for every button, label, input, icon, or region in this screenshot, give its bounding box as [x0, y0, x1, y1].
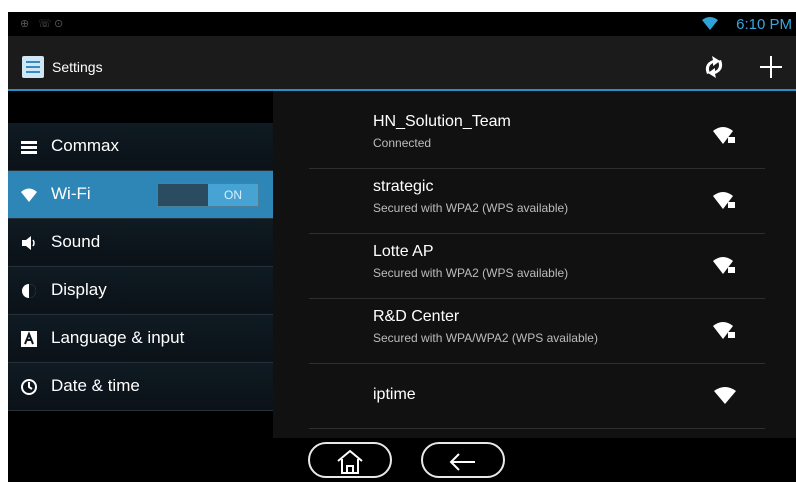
- sidebar-item-label: Date & time: [51, 376, 140, 395]
- sidebar-item-label: Language & input: [51, 328, 185, 347]
- clock-icon: [21, 379, 37, 395]
- wifi-status-icon: [702, 17, 718, 30]
- network-status: Secured with WPA2 (WPS available): [373, 201, 569, 215]
- sidebar-item-label: Commax: [51, 136, 120, 155]
- notification-icon: ⊕: [20, 18, 30, 30]
- network-item[interactable]: strategic Secured with WPA2 (WPS availab…: [309, 169, 765, 234]
- sidebar-item-label: Display: [51, 280, 107, 299]
- sync-icon: ⊙: [54, 18, 64, 30]
- secured-wifi-signal-icon: [713, 322, 735, 339]
- secured-wifi-signal-icon: [713, 257, 735, 274]
- sidebar-item-label: Sound: [51, 232, 101, 251]
- secured-wifi-signal-icon: [713, 192, 735, 209]
- sidebar-item-label: Wi-Fi: [51, 184, 91, 203]
- sidebar-item-wifi[interactable]: Wi-Fi ON: [8, 171, 273, 219]
- sidebar-item-date-time[interactable]: Date & time: [8, 363, 273, 411]
- settings-sidebar: Commax Wi-Fi ON Sound Display Language &…: [8, 91, 273, 438]
- wifi-toggle-state: ON: [208, 184, 258, 206]
- network-name: Lotte AP: [373, 243, 434, 260]
- sidebar-item-language[interactable]: Language & input: [8, 315, 273, 363]
- network-name: strategic: [373, 178, 434, 195]
- home-icon: [337, 449, 363, 474]
- network-item[interactable]: Lotte AP Secured with WPA2 (WPS availabl…: [309, 234, 765, 299]
- sidebar-item-sound[interactable]: Sound: [8, 219, 273, 267]
- sidebar-item-display[interactable]: Display: [8, 267, 273, 315]
- tablet-screen: ⊕ ☏ ⊙ 6:10 PM Settings Commax Wi-Fi ON S…: [8, 12, 796, 482]
- phone-icon: ☏: [38, 18, 52, 30]
- network-name: iptime: [373, 386, 416, 403]
- home-button[interactable]: [308, 442, 392, 478]
- network-status: Connected: [373, 136, 432, 150]
- back-button[interactable]: [421, 442, 505, 478]
- status-bar: ⊕ ☏ ⊙ 6:10 PM: [8, 12, 796, 36]
- network-name: HN_Solution_Team: [373, 113, 511, 130]
- clock-time: 6:10 PM: [736, 16, 792, 33]
- add-network-button[interactable]: [756, 52, 786, 82]
- brightness-icon: [22, 284, 36, 298]
- wifi-icon: [21, 188, 37, 202]
- system-nav-bar: [8, 438, 796, 482]
- secured-wifi-signal-icon: [713, 127, 735, 144]
- wifi-network-list: HN_Solution_Team Connected strategic Sec…: [273, 91, 796, 438]
- settings-app-icon: [22, 56, 44, 78]
- sidebar-item-commax[interactable]: Commax: [8, 123, 273, 171]
- page-title: Settings: [52, 59, 103, 75]
- back-arrow-icon: [449, 453, 475, 471]
- wps-refresh-button[interactable]: [699, 52, 729, 82]
- keyboard-icon: [21, 331, 37, 347]
- network-name: R&D Center: [373, 308, 460, 325]
- action-bar: Settings: [8, 36, 796, 91]
- network-item[interactable]: HN_Solution_Team Connected: [309, 104, 765, 169]
- list-icon: [21, 141, 37, 154]
- wifi-toggle-switch[interactable]: ON: [157, 183, 259, 207]
- network-item[interactable]: R&D Center Secured with WPA/WPA2 (WPS av…: [309, 299, 765, 364]
- network-status: Secured with WPA2 (WPS available): [373, 266, 569, 280]
- wifi-signal-icon: [714, 387, 736, 404]
- network-status: Secured with WPA/WPA2 (WPS available): [373, 331, 598, 345]
- network-item[interactable]: iptime: [309, 364, 765, 429]
- speaker-icon: [22, 236, 35, 250]
